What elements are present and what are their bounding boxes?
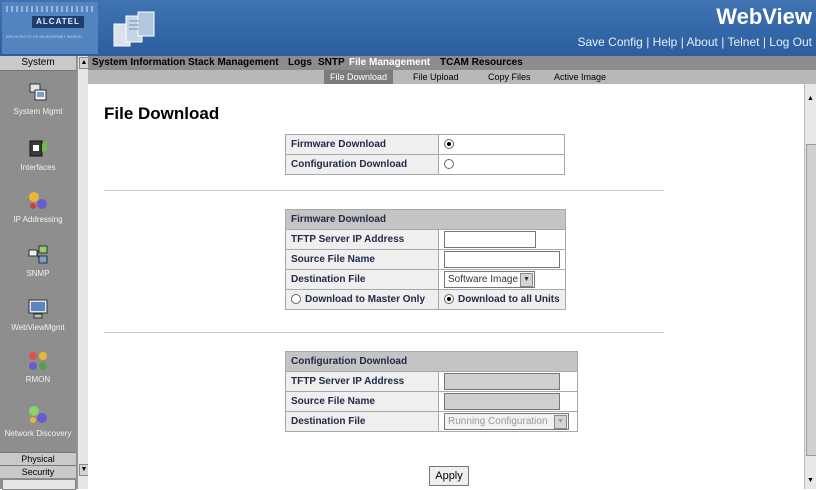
main-menu-bar: System Information Stack Management Logs…: [88, 56, 816, 70]
menu-stack-management[interactable]: Stack Management: [188, 56, 279, 70]
download-master-only-radio[interactable]: [291, 294, 301, 305]
configuration-download-table: Configuration Download TFTP Server IP Ad…: [285, 351, 578, 432]
rmon-icon: [29, 352, 47, 370]
sidebar-item-rmon[interactable]: RMON: [0, 350, 76, 384]
destination-file-value: Software Image: [448, 274, 519, 285]
download-type-table: Firmware Download Configuration Download: [285, 134, 565, 175]
webview-mgmt-icon: [28, 299, 48, 319]
configuration-section-header: Configuration Download: [285, 351, 578, 372]
logo-tagline: ARCHITECTS OF AN INTERNET WORLD: [6, 34, 82, 39]
link-separator: |: [721, 35, 725, 49]
menu-tcam-resources[interactable]: TCAM Resources: [440, 56, 523, 70]
tab-active-image[interactable]: Active Image: [554, 70, 606, 84]
sidebar-tab-physical[interactable]: Physical: [0, 452, 76, 465]
sidebar-item-label: Interfaces: [20, 163, 56, 172]
about-link[interactable]: About: [687, 35, 718, 49]
source-file-input[interactable]: [444, 251, 560, 268]
tab-file-upload[interactable]: File Upload: [413, 70, 459, 84]
sidebar-item-label: Network Discovery: [4, 429, 72, 438]
documents-graphic-icon: [113, 11, 155, 47]
system-mgmt-icon: [29, 83, 47, 101]
section-divider: [104, 332, 664, 333]
sidebar-item-interfaces[interactable]: Interfaces: [0, 138, 76, 172]
decorative-dots: [6, 6, 94, 12]
firmware-download-table: Firmware Download TFTP Server IP Address…: [285, 209, 566, 310]
alcatel-logo: ALCATEL: [32, 16, 84, 28]
scroll-down-icon[interactable]: ▼: [806, 476, 815, 486]
log-out-link[interactable]: Log Out: [769, 35, 812, 49]
firmware-section-header: Firmware Download: [285, 209, 566, 230]
firmware-download-label: Firmware Download: [285, 134, 439, 155]
header-bar: ALCATEL ARCHITECTS OF AN INTERNET WORLD …: [0, 0, 816, 56]
section-divider: [104, 190, 664, 191]
tab-file-download[interactable]: File Download: [324, 70, 394, 84]
sub-menu-bar: File Download File Upload Copy Files Act…: [88, 70, 816, 84]
download-all-units-radio[interactable]: [444, 294, 454, 305]
sidebar: System ▲ ▼ System Mgmt Interfaces IP Add…: [0, 56, 89, 490]
network-discovery-icon: [29, 406, 47, 423]
page-title: File Download: [104, 104, 220, 123]
scroll-up-icon[interactable]: ▲: [806, 94, 815, 104]
sidebar-item-label: WebViewMgmt: [11, 323, 65, 332]
save-config-link[interactable]: Save Config: [577, 35, 642, 49]
chevron-down-icon[interactable]: ▼: [520, 273, 533, 287]
config-source-file-input[interactable]: [444, 393, 560, 410]
sidebar-item-label: SNMP: [26, 269, 50, 278]
link-separator: |: [680, 35, 684, 49]
firmware-download-radio[interactable]: [444, 139, 454, 150]
link-separator: |: [762, 35, 766, 49]
content-scrollbar[interactable]: ▲ ▼: [804, 84, 816, 489]
sidebar-item-label: IP Addressing: [13, 215, 63, 224]
sidebar-item-webview-mgmt[interactable]: WebViewMgmt: [0, 298, 76, 332]
menu-sntp[interactable]: SNTP: [318, 56, 345, 70]
sidebar-tab-security[interactable]: Security: [0, 465, 76, 478]
logo-block: ALCATEL ARCHITECTS OF AN INTERNET WORLD: [2, 2, 98, 54]
app-title: WebView: [716, 4, 812, 29]
sidebar-scrollbar[interactable]: ▲ ▼: [77, 56, 89, 489]
help-link[interactable]: Help: [653, 35, 678, 49]
config-source-file-label: Source File Name: [285, 391, 439, 412]
sidebar-item-label: RMON: [25, 375, 51, 384]
apply-button[interactable]: Apply: [429, 466, 469, 486]
telnet-link[interactable]: Telnet: [727, 35, 759, 49]
sidebar-item-snmp[interactable]: SNMP: [0, 244, 76, 278]
configuration-download-radio[interactable]: [444, 159, 454, 170]
config-tftp-server-input[interactable]: [444, 373, 560, 390]
config-tftp-server-label: TFTP Server IP Address: [285, 371, 439, 392]
tftp-server-label: TFTP Server IP Address: [285, 229, 439, 250]
menu-logs[interactable]: Logs: [288, 56, 312, 70]
menu-file-management[interactable]: File Management: [349, 56, 430, 70]
download-all-units-label: Download to all Units: [458, 294, 560, 305]
sidebar-section-system[interactable]: System: [0, 56, 76, 71]
sidebar-item-network-discovery[interactable]: Network Discovery: [0, 404, 76, 438]
sidebar-item-system-mgmt[interactable]: System Mgmt: [0, 82, 76, 116]
link-separator: |: [646, 35, 650, 49]
sidebar-item-label: System Mgmt: [13, 107, 63, 116]
ip-addressing-icon: [29, 192, 47, 209]
snmp-icon: [28, 245, 48, 264]
tftp-server-input[interactable]: [444, 231, 536, 248]
download-master-only-label: Download to Master Only: [305, 294, 426, 305]
source-file-label: Source File Name: [285, 249, 439, 270]
configuration-download-label: Configuration Download: [285, 154, 439, 175]
config-destination-file-label: Destination File: [285, 411, 439, 432]
config-destination-file-value: Running Configuration: [448, 416, 548, 427]
sidebar-item-ip-addressing[interactable]: IP Addressing: [0, 190, 76, 224]
destination-file-label: Destination File: [285, 269, 439, 290]
sidebar-horizontal-scrollbar[interactable]: [2, 479, 76, 490]
chevron-down-icon[interactable]: ▼: [554, 415, 567, 429]
destination-file-select[interactable]: Software Image ▼: [444, 271, 535, 288]
config-destination-file-select[interactable]: Running Configuration ▼: [444, 413, 569, 430]
content-pane: File Download Firmware Download Configur…: [88, 84, 804, 489]
tab-copy-files[interactable]: Copy Files: [488, 70, 531, 84]
scroll-thumb[interactable]: [806, 144, 816, 456]
menu-system-information[interactable]: System Information: [92, 56, 185, 70]
interfaces-icon: [29, 140, 47, 157]
top-links: Save Config | Help | About | Telnet | Lo…: [577, 35, 812, 49]
